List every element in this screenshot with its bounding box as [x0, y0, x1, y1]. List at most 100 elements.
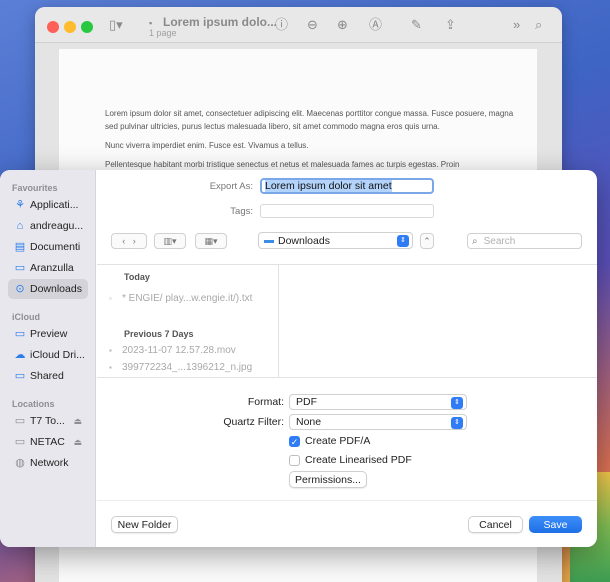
quartz-filter-label: Quartz Filter:	[223, 416, 284, 428]
group-today-label: Today	[124, 272, 150, 282]
folder-icon: ▬	[264, 235, 274, 246]
home-icon: ⌂	[16, 220, 24, 232]
more-icon[interactable]: »	[513, 17, 520, 33]
sidebar-item-home[interactable]: ⌂ andreagu...	[8, 216, 88, 236]
sidebar-item-label: iCloud Dri...	[30, 349, 85, 361]
sidebar-item-label: Downloads	[30, 283, 82, 295]
format-value: PDF	[296, 396, 317, 408]
sidebar-item-label: andreagu...	[30, 220, 84, 232]
export-as-input[interactable]: Lorem ipsum dolor sit amet	[260, 178, 434, 194]
zoom-window-button[interactable]	[81, 21, 93, 33]
sidebar-item-aranzulla[interactable]: ▭ Aranzulla	[8, 258, 88, 278]
sidebar-item-downloads[interactable]: ⊙ Downloads	[8, 279, 88, 299]
create-linearised-label: Create Linearised PDF	[305, 454, 412, 466]
file-item[interactable]: ▪ 399772234_...1396212_n.jpg	[109, 362, 252, 373]
network-icon: ◍	[15, 457, 25, 469]
window-title: Lorem ipsum dolo...	[163, 15, 278, 29]
grid-view-icon: ▦▾	[204, 235, 218, 246]
expand-dialog-button[interactable]: ⌃	[420, 233, 434, 249]
file-name: * ENGIE/ play...w.engie.it/).txt	[122, 293, 253, 304]
footer-divider	[97, 500, 597, 501]
zoom-in-icon[interactable]: ⊕	[337, 17, 348, 33]
group-view-button[interactable]: ▦▾	[195, 233, 227, 249]
file-sidebar: Favourites ⚘ Applicati... ⌂ andreagu... …	[0, 170, 96, 547]
close-window-button[interactable]	[47, 21, 59, 33]
sidebar-item-network[interactable]: ◍ Network	[8, 453, 88, 473]
eject-icon[interactable]: ⏏	[73, 437, 82, 448]
search-icon: ⌕	[472, 235, 478, 247]
drive-icon: ▭	[14, 415, 26, 427]
tags-input[interactable]	[260, 204, 434, 218]
document-paragraph: Nunc viverra imperdiet enim. Fusce est. …	[105, 141, 309, 150]
chevron-updown-icon: ⇕	[451, 397, 463, 409]
sidebar-item-documenti[interactable]: ▤ Documenti	[8, 237, 88, 257]
permissions-button[interactable]: Permissions...	[289, 471, 367, 488]
share-icon[interactable]: ⇪	[445, 17, 456, 33]
cloud-icon: ☁	[14, 349, 26, 361]
folder-icon: ▭	[14, 328, 26, 340]
sidebar-item-label: T7 To...	[30, 415, 65, 427]
sidebar-section-locations: Locations	[12, 399, 55, 409]
sidebar-item-applications[interactable]: ⚘ Applicati...	[8, 195, 88, 215]
columns-view-icon: ▥▾	[163, 235, 177, 246]
sidebar-item-netac[interactable]: ▭ NETAC ⏏	[8, 432, 88, 452]
preview-toolbar: ▯▾ ▪ Lorem ipsum dolo... 1 page ⓘ ⊖ ⊕ Ⓐ …	[35, 7, 562, 43]
sidebar-item-label: Shared	[30, 370, 64, 382]
search-placeholder: Search	[483, 235, 516, 247]
info-icon[interactable]: ⓘ	[275, 17, 288, 33]
file-browser: Today ▫ * ENGIE/ play...w.engie.it/).txt …	[97, 264, 597, 378]
search-input[interactable]: ⌕ Search	[467, 233, 582, 249]
sidebar-item-label: Documenti	[30, 241, 81, 253]
format-select[interactable]: PDF ⇕	[289, 394, 467, 410]
minimize-window-button[interactable]	[64, 21, 76, 33]
applications-icon: ⚘	[15, 199, 25, 211]
sidebar-item-shared[interactable]: ▭ Shared	[8, 366, 88, 386]
zoom-out-icon[interactable]: ⊖	[307, 17, 318, 33]
cancel-button[interactable]: Cancel	[468, 516, 523, 533]
quartz-filter-select[interactable]: None ⇕	[289, 414, 467, 430]
chevron-updown-icon: ⇕	[397, 235, 409, 247]
location-select[interactable]: ▬ Downloads ⇕	[258, 232, 413, 249]
location-value: Downloads	[278, 234, 330, 247]
sidebar-item-icloud-drive[interactable]: ☁ iCloud Dri...	[8, 345, 88, 365]
forward-icon[interactable]: ›	[133, 236, 136, 246]
search-icon[interactable]: ⌕	[535, 17, 542, 33]
file-item[interactable]: ▫ * ENGIE/ play...w.engie.it/).txt	[109, 293, 252, 304]
document-icon: ▤	[14, 241, 26, 253]
file-item[interactable]: ▪ 2023-11-07 12.57.28.mov	[109, 345, 236, 356]
dialog-main: Export As: Lorem ipsum dolor sit amet Ta…	[97, 170, 597, 547]
chevron-updown-icon: ⇕	[451, 417, 463, 429]
sidebar-item-label: NETAC	[30, 436, 65, 448]
back-forward-buttons[interactable]: ‹ ›	[111, 233, 147, 249]
markup-icon[interactable]: Ⓐ	[369, 17, 382, 33]
create-pdfa-label: Create PDF/A	[305, 435, 371, 447]
sidebar-item-t7-drive[interactable]: ▭ T7 To... ⏏	[8, 411, 88, 431]
sidebar-item-preview[interactable]: ▭ Preview	[8, 324, 88, 344]
sidebar-item-label: Preview	[30, 328, 68, 340]
sidebar-item-label: Aranzulla	[30, 262, 74, 274]
sign-icon[interactable]: ✎	[411, 17, 422, 33]
window-subtitle: 1 page	[149, 28, 177, 38]
sidebar-section-favourites: Favourites	[12, 183, 58, 193]
create-linearised-checkbox[interactable]	[289, 455, 300, 466]
sidebar-toggle-icon[interactable]: ▯▾	[109, 17, 123, 33]
tags-label: Tags:	[230, 206, 253, 217]
chevron-up-icon: ⌃	[423, 235, 431, 246]
quartz-filter-value: None	[296, 416, 322, 428]
back-icon[interactable]: ‹	[122, 236, 125, 246]
sidebar-item-label: Applicati...	[30, 199, 79, 211]
shared-folder-icon: ▭	[14, 370, 26, 382]
view-columns-button[interactable]: ▥▾	[154, 233, 186, 249]
text-file-icon: ▫	[109, 294, 112, 303]
download-icon: ⊙	[15, 283, 25, 295]
video-file-icon: ▪	[109, 346, 112, 355]
group-previous-7-days-label: Previous 7 Days	[124, 329, 194, 339]
create-pdfa-checkbox[interactable]: ✓	[289, 436, 300, 447]
file-name: 399772234_...1396212_n.jpg	[122, 362, 253, 373]
file-name: 2023-11-07 12.57.28.mov	[122, 345, 236, 356]
new-folder-button[interactable]: New Folder	[111, 516, 178, 533]
sidebar-section-icloud: iCloud	[12, 312, 40, 322]
save-button[interactable]: Save	[529, 516, 582, 533]
export-dialog: Favourites ⚘ Applicati... ⌂ andreagu... …	[0, 170, 597, 547]
eject-icon[interactable]: ⏏	[73, 416, 82, 427]
